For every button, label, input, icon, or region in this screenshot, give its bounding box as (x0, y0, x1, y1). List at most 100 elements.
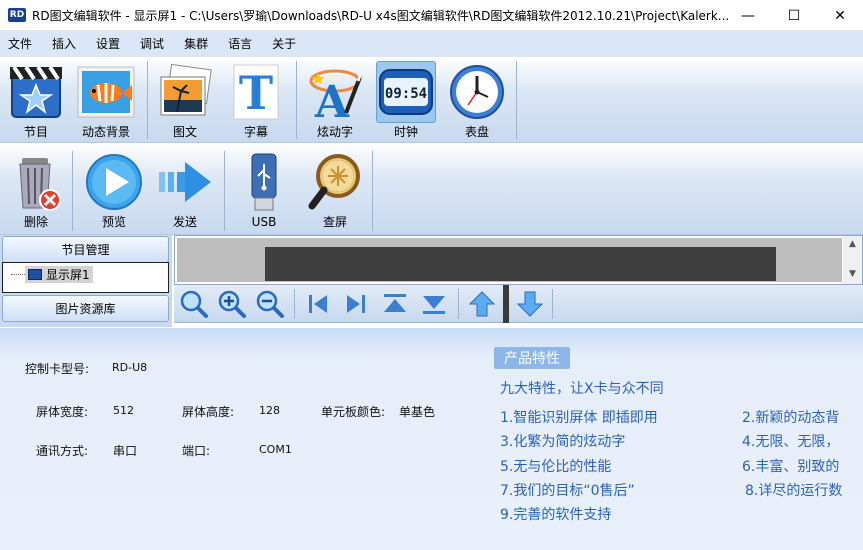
picture-text-button[interactable]: 图文 (153, 61, 217, 139)
features-headline: 九大特性，让X卡与众不同 (500, 381, 664, 397)
screen-width-value: 512 (113, 404, 134, 417)
control-separator (458, 289, 459, 319)
move-top-icon[interactable] (379, 288, 411, 320)
program-icon (6, 61, 66, 123)
title-bar: RD RD图文编辑软件 - 显示屏1 - C:\Users\罗瑜\Downloa… (0, 0, 863, 31)
tree-connector (11, 274, 25, 275)
toolbar-separator (224, 151, 225, 231)
program-button[interactable]: 节目 (4, 61, 68, 139)
program-manager-header[interactable]: 节目管理 (2, 236, 169, 263)
preview-control-bar (174, 285, 863, 323)
svg-text:A: A (314, 77, 350, 121)
find-screen-button[interactable]: 查屏 (303, 151, 367, 229)
toolbar-separator (516, 61, 517, 139)
last-page-icon[interactable] (340, 288, 372, 320)
magnifier-icon[interactable] (178, 288, 210, 320)
menu-settings[interactable]: 设置 (88, 34, 128, 54)
feature-3: 3.化繁为简的炫动字 (500, 434, 626, 450)
first-page-icon[interactable] (302, 288, 334, 320)
menu-language[interactable]: 语言 (220, 34, 260, 54)
usb-label: USB (251, 215, 277, 229)
control-divider (503, 285, 509, 323)
menu-insert[interactable]: 插入 (44, 34, 84, 54)
scroll-down-icon[interactable]: ▼ (843, 266, 862, 282)
window-title: RD图文编辑软件 - 显示屏1 - C:\Users\罗瑜\Downloads\… (32, 8, 730, 23)
toolbar-separator (372, 151, 373, 231)
digital-clock-label: 时钟 (393, 125, 418, 139)
feature-6: 6.丰富、别致的 (742, 459, 840, 475)
feature-7: 7.我们的目标“0售后” (500, 483, 635, 499)
feature-9: 9.完善的软件支持 (500, 507, 612, 523)
vertical-scrollbar[interactable]: ▲ ▼ (843, 236, 862, 284)
menu-bar: 文件 插入 设置 调试 集群 语言 关于 (0, 31, 863, 57)
send-icon (155, 151, 215, 213)
tree-item-label: 显示屏1 (46, 268, 90, 282)
screen-height-label: 屏体高度: (182, 405, 235, 419)
subtitle-button[interactable]: T 字幕 (224, 61, 288, 139)
move-up-icon[interactable] (466, 288, 498, 320)
menu-debug[interactable]: 调试 (132, 34, 172, 54)
analog-clock-button[interactable]: 表盘 (445, 61, 509, 139)
move-bottom-icon[interactable] (418, 288, 450, 320)
control-separator (294, 289, 295, 319)
dynamic-background-button[interactable]: 动态背景 (74, 61, 138, 139)
analog-clock-icon (447, 61, 507, 123)
port-value: COM1 (259, 443, 292, 456)
preview-button[interactable]: 预览 (82, 151, 146, 229)
preview-icon (84, 151, 144, 213)
send-label: 发送 (172, 215, 197, 229)
preview-label: 预览 (101, 215, 126, 229)
feature-1: 1.智能识别屏体 即插即用 (500, 410, 658, 426)
delete-icon (6, 151, 66, 213)
main-toolbar: 节目 动态背景 图文 T 字幕 A 炫动字 09:54 时钟 表盘 (0, 57, 863, 143)
find-screen-icon (305, 151, 365, 213)
image-library-header[interactable]: 图片资源库 (2, 295, 169, 322)
analog-clock-label: 表盘 (464, 125, 489, 139)
digital-clock-icon: 09:54 (376, 61, 436, 123)
unit-color-label: 单元板颜色: (321, 405, 386, 419)
card-model-label: 控制卡型号: (25, 362, 90, 376)
subtitle-label: 字幕 (243, 125, 268, 139)
preview-canvas (177, 238, 842, 282)
zoom-out-icon[interactable] (254, 288, 286, 320)
svg-text:T: T (239, 66, 273, 120)
toolbar-separator (72, 151, 73, 231)
zoom-in-icon[interactable] (216, 288, 248, 320)
unit-color-value: 单基色 (399, 405, 436, 419)
subtitle-icon: T (226, 61, 286, 123)
animated-text-icon: A (305, 61, 365, 123)
dynamic-background-label: 动态背景 (81, 125, 130, 139)
minimize-button[interactable]: — (725, 0, 771, 31)
svg-text:09:54: 09:54 (385, 86, 427, 102)
send-button[interactable]: 发送 (153, 151, 217, 229)
monitor-icon (28, 269, 42, 280)
usb-icon (234, 151, 294, 213)
move-down-icon[interactable] (514, 288, 546, 320)
features-badge: 产品特性 (494, 347, 570, 369)
feature-4: 4.无限、无限， (742, 434, 840, 450)
delete-button[interactable]: 删除 (4, 151, 68, 229)
card-model-value: RD-U8 (112, 361, 148, 374)
toolbar-separator (147, 61, 148, 139)
menu-cluster[interactable]: 集群 (176, 34, 216, 54)
usb-button[interactable]: USB (232, 151, 296, 229)
led-screen-preview (265, 247, 776, 281)
scroll-up-icon[interactable]: ▲ (843, 236, 862, 252)
screen-height-value: 128 (259, 404, 280, 417)
dynamic-background-icon (76, 61, 136, 123)
tree-item-screen1[interactable]: 显示屏1 (25, 266, 93, 283)
menu-file[interactable]: 文件 (0, 34, 40, 54)
close-button[interactable]: ✕ (817, 0, 863, 31)
screen-width-label: 屏体宽度: (36, 405, 89, 419)
animated-text-button[interactable]: A 炫动字 (303, 61, 367, 139)
menu-about[interactable]: 关于 (264, 34, 304, 54)
app-icon: RD (8, 8, 26, 22)
maximize-button[interactable]: ☐ (771, 0, 817, 31)
control-separator (552, 289, 553, 319)
find-screen-label: 查屏 (322, 215, 347, 229)
preview-area: ▲ ▼ (174, 235, 863, 285)
feature-5: 5.无与伦比的性能 (500, 459, 612, 475)
digital-clock-button[interactable]: 09:54 时钟 (374, 61, 438, 139)
feature-2: 2.新颖的动态背 (742, 410, 840, 426)
program-label: 节目 (23, 125, 48, 139)
